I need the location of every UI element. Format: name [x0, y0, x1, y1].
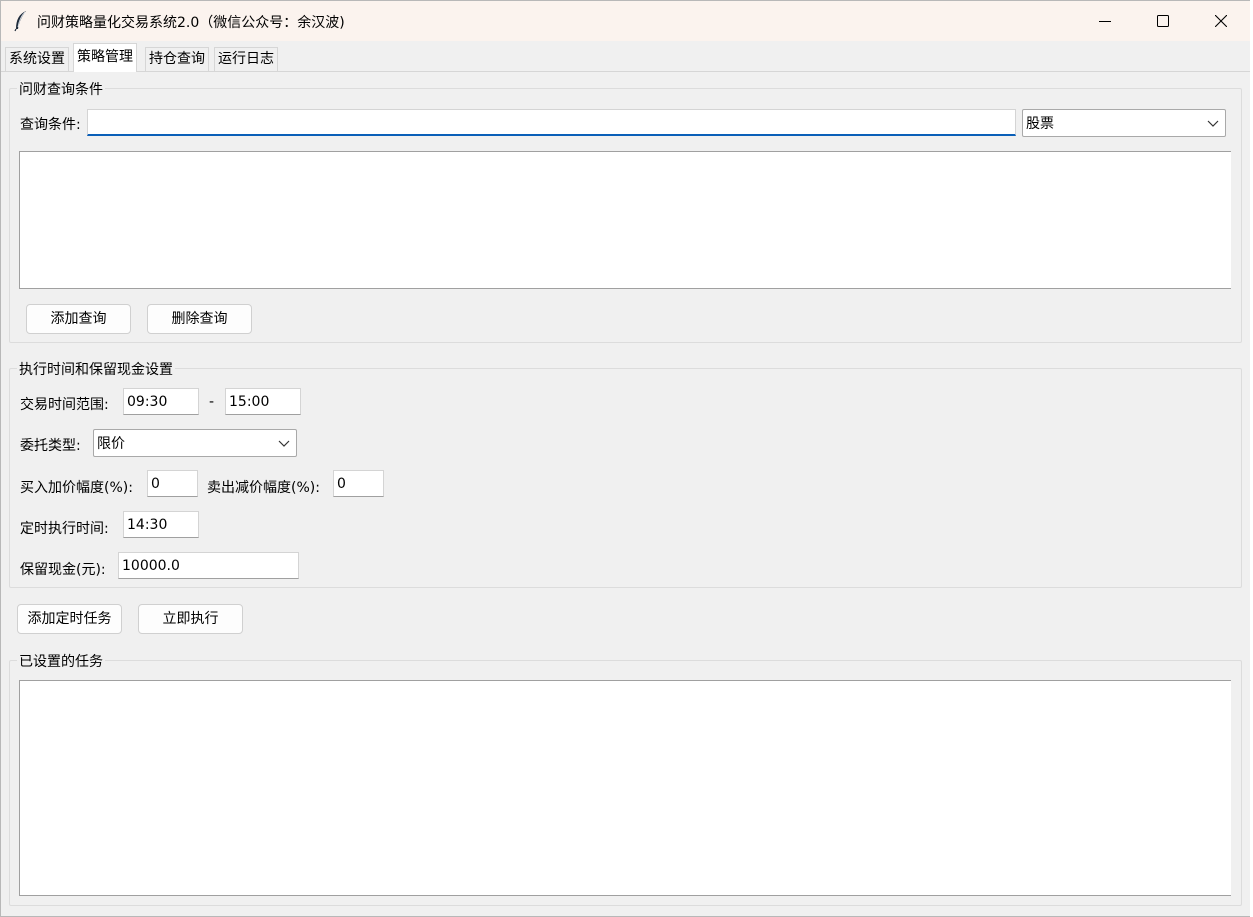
schedule-time-input[interactable] [123, 511, 199, 538]
security-type-value: 股票 [1026, 116, 1054, 132]
minimize-icon [1099, 21, 1111, 22]
add-scheduled-task-button[interactable]: 添加定时任务 [17, 604, 122, 634]
time-cash-settings-title: 执行时间和保留现金设置 [17, 359, 175, 379]
buy-markup-input[interactable] [147, 470, 198, 497]
query-condition-label: 查询条件: [20, 117, 81, 133]
order-type-value: 限价 [97, 436, 125, 452]
title-bar: 问财策略量化交易系统2.0（微信公众号：余汉波) [1, 1, 1252, 41]
query-list[interactable] [19, 151, 1231, 289]
order-type-label: 委托类型: [20, 438, 81, 454]
run-now-button[interactable]: 立即执行 [138, 604, 243, 634]
notebook-tabs: 系统设置 策略管理 持仓查询 运行日志 [1, 41, 1252, 72]
trade-end-time-input[interactable] [225, 388, 301, 415]
feather-icon [14, 11, 26, 32]
add-query-button[interactable]: 添加查询 [26, 304, 131, 334]
schedule-time-label: 定时执行时间: [20, 521, 109, 537]
sell-markdown-input[interactable] [333, 470, 384, 497]
tab-run-log[interactable]: 运行日志 [214, 47, 278, 71]
tab-system-settings[interactable]: 系统设置 [5, 47, 69, 71]
query-conditions-title: 问财查询条件 [17, 79, 105, 99]
chevron-down-icon [278, 440, 290, 447]
scheduled-tasks-list[interactable] [19, 680, 1231, 896]
close-button[interactable] [1192, 1, 1250, 41]
tab-position-query[interactable]: 持仓查询 [145, 47, 209, 71]
time-range-separator: - [209, 394, 215, 410]
reserve-cash-input[interactable] [118, 552, 299, 579]
close-icon [1215, 15, 1227, 27]
trade-time-label: 交易时间范围: [20, 397, 109, 413]
sell-markdown-label: 卖出减价幅度(%): [207, 480, 320, 496]
trade-start-time-input[interactable] [123, 388, 199, 415]
scheduled-tasks-title: 已设置的任务 [17, 651, 105, 671]
maximize-icon [1157, 15, 1169, 27]
window-title: 问财策略量化交易系统2.0（微信公众号：余汉波) [37, 15, 345, 31]
query-condition-input[interactable] [87, 109, 1016, 136]
tab-strategy-management[interactable]: 策略管理 [73, 43, 137, 72]
minimize-button[interactable] [1076, 1, 1134, 41]
chevron-down-icon [1207, 120, 1219, 127]
security-type-select[interactable]: 股票 [1022, 109, 1226, 137]
buy-markup-label: 买入加价幅度(%): [20, 480, 133, 496]
maximize-button[interactable] [1134, 1, 1192, 41]
order-type-select[interactable]: 限价 [93, 429, 297, 457]
app-window: 问财策略量化交易系统2.0（微信公众号：余汉波) 系统设置 策略管理 持仓查询 … [0, 0, 1253, 917]
reserve-cash-label: 保留现金(元): [20, 562, 106, 578]
delete-query-button[interactable]: 删除查询 [147, 304, 252, 334]
